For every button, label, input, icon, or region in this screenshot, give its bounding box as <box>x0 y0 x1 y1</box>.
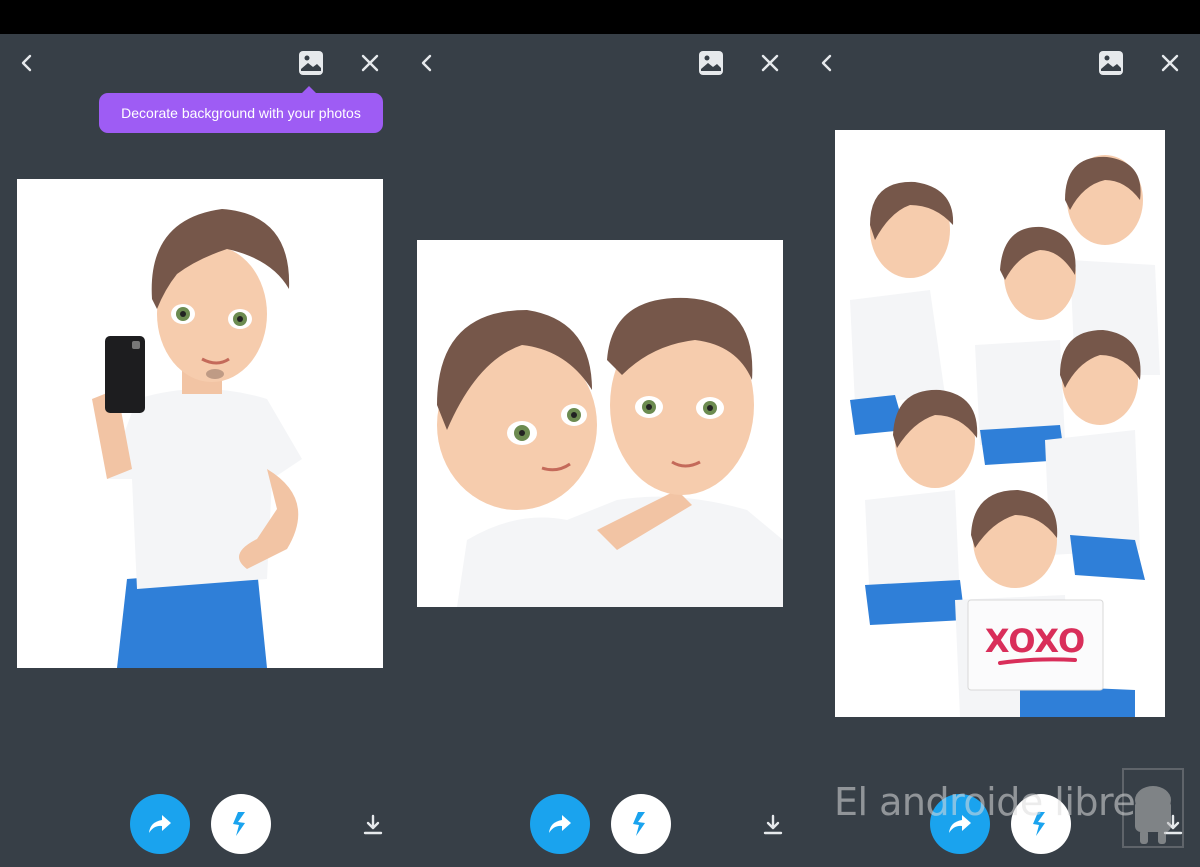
chevron-left-icon[interactable] <box>12 48 42 78</box>
flash-button[interactable] <box>611 794 671 854</box>
tooltip: Decorate background with your photos <box>99 86 383 133</box>
close-icon[interactable] <box>355 48 385 78</box>
image-icon[interactable] <box>296 48 326 78</box>
share-button[interactable] <box>530 794 590 854</box>
download-button[interactable] <box>758 810 788 840</box>
share-arrow-icon <box>549 815 571 833</box>
tooltip-text: Decorate background with your photos <box>121 105 361 121</box>
lightning-icon <box>633 812 645 836</box>
image-icon[interactable] <box>1096 48 1126 78</box>
close-icon[interactable] <box>1155 48 1185 78</box>
share-arrow-icon <box>149 815 171 833</box>
avatar-duo-illustration <box>437 297 783 607</box>
screen-1: Decorate background with your photos <box>0 34 400 867</box>
share-button[interactable] <box>130 794 190 854</box>
sticker-canvas[interactable]: XOXO <box>835 130 1165 717</box>
flash-button[interactable] <box>211 794 271 854</box>
chevron-left-icon[interactable] <box>412 48 442 78</box>
download-icon <box>363 814 383 835</box>
image-icon[interactable] <box>696 48 726 78</box>
download-button[interactable] <box>358 810 388 840</box>
sign-text: XOXO <box>985 622 1085 660</box>
screens-container: Decorate background with your photos XOX… <box>0 34 1200 867</box>
status-bar <box>0 0 1200 34</box>
close-icon[interactable] <box>755 48 785 78</box>
screen-3: XOXO <box>800 34 1200 867</box>
avatar-group-illustration: XOXO <box>850 155 1160 717</box>
download-icon <box>763 814 783 835</box>
sticker-canvas[interactable] <box>417 240 783 607</box>
avatar-selfie-illustration <box>92 209 302 668</box>
chevron-left-icon[interactable] <box>812 48 842 78</box>
watermark-logo <box>1122 768 1184 848</box>
sticker-canvas[interactable] <box>17 179 383 668</box>
screen-2 <box>400 34 800 867</box>
lightning-icon <box>233 812 245 836</box>
watermark-text: El androide libre <box>834 780 1136 824</box>
